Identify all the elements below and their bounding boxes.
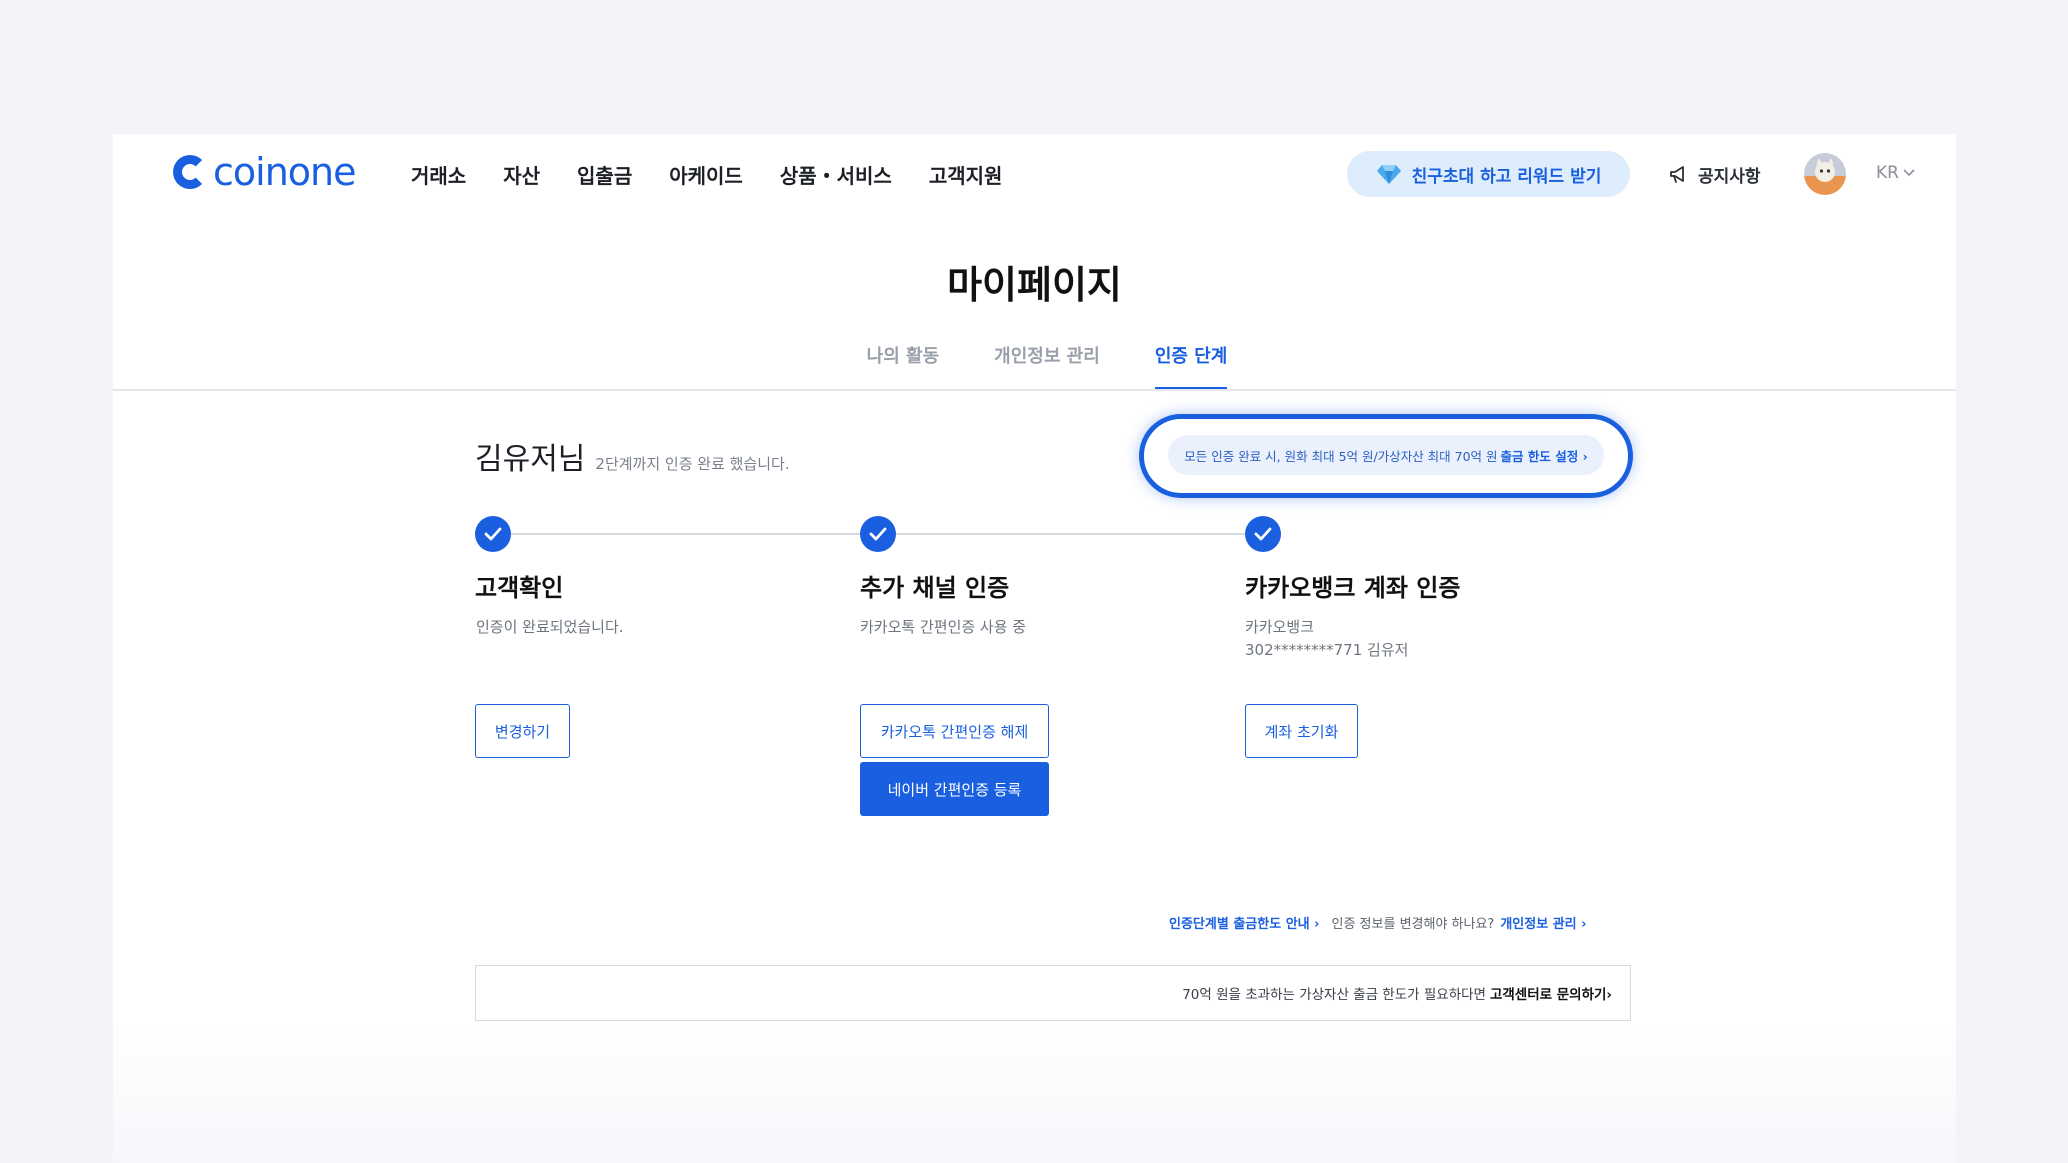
- invite-label: 친구초대 하고 리워드 받기: [1411, 166, 1602, 187]
- step2-desc-line: 카카오톡 간편인증 사용 중: [860, 618, 1027, 636]
- coinone-logo-icon: [173, 155, 207, 189]
- verification-status-text: 2단계까지 인증 완료 했습니다.: [595, 455, 790, 473]
- step2-desc: 카카오톡 간편인증 사용 중: [860, 616, 1026, 639]
- logo-text: coinone: [213, 150, 356, 194]
- withdraw-limit-banner[interactable]: 모든 인증 완료 시, 원화 최대 5억 원/가상자산 최대 70억 원 출금 …: [1168, 435, 1604, 475]
- change-button[interactable]: 변경하기: [475, 704, 570, 758]
- step3-desc: 카카오뱅크 302********771 김유저: [1245, 616, 1408, 662]
- main-nav: 거래소 자산 입출금 아케이드 상품・서비스 고객지원: [411, 160, 1002, 189]
- top-header: coinone 거래소 자산 입출금 아케이드 상품・서비스 고객지원 친구초대…: [113, 134, 1956, 214]
- contact-support-link[interactable]: 고객센터로 문의하기›: [1490, 983, 1612, 1003]
- change-question-text: 인증 정보를 변경해야 하나요?: [1331, 917, 1495, 932]
- info-links: 인증단계별 출금한도 안내 › 인증 정보를 변경해야 하나요? 개인정보 관리…: [1169, 913, 1587, 932]
- bank-name: 카카오뱅크: [1245, 618, 1315, 636]
- nav-exchange[interactable]: 거래소: [411, 160, 466, 189]
- limit-banner-text: 모든 인증 완료 시, 원화 최대 5억 원/가상자산 최대 70억 원: [1184, 448, 1498, 464]
- notice-link[interactable]: 공지사항: [1668, 162, 1761, 187]
- megaphone-icon: [1670, 165, 1684, 183]
- user-name: 김유저님: [475, 442, 586, 477]
- profile-manage-link[interactable]: 개인정보 관리 ›: [1500, 913, 1586, 932]
- language-label: KR: [1876, 163, 1899, 183]
- bottom-notice-text: 70억 원을 초과하는 가상자산 출금 한도가 필요하다면: [1182, 987, 1486, 1003]
- bank-account: 302********771 김유저: [1245, 641, 1409, 659]
- nav-customer-support[interactable]: 고객지원: [929, 160, 1003, 189]
- nav-products-services[interactable]: 상품・서비스: [780, 160, 892, 189]
- page-card: coinone 거래소 자산 입출금 아케이드 상품・서비스 고객지원 친구초대…: [113, 134, 1956, 1163]
- page-title: 마이페이지: [947, 263, 1122, 307]
- bottom-notice-box: 70억 원을 초과하는 가상자산 출금 한도가 필요하다면 고객센터로 문의하기…: [475, 965, 1631, 1021]
- step1-desc-line: 인증이 완료되었습니다.: [476, 618, 624, 636]
- step1-check-icon: [475, 516, 511, 552]
- kakao-auth-remove-button[interactable]: 카카오톡 간편인증 해제: [860, 704, 1049, 758]
- tab-verification-level[interactable]: 인증 단계: [1154, 342, 1227, 390]
- account-reset-button[interactable]: 계좌 초기화: [1245, 704, 1358, 758]
- step1-title: 고객확인: [475, 574, 564, 602]
- greeting: 김유저님 2단계까지 인증 완료 했습니다.: [475, 434, 790, 478]
- notice-label: 공지사항: [1698, 167, 1761, 187]
- user-avatar[interactable]: [1804, 153, 1846, 195]
- tab-personal-info[interactable]: 개인정보 관리: [994, 342, 1100, 390]
- limit-guide-link[interactable]: 인증단계별 출금한도 안내 ›: [1169, 913, 1320, 932]
- language-selector[interactable]: KR: [1876, 163, 1915, 183]
- chevron-down-icon: [1903, 169, 1915, 177]
- tab-my-activity[interactable]: 나의 활동: [867, 342, 940, 390]
- invite-reward-button[interactable]: 친구초대 하고 리워드 받기: [1347, 151, 1630, 197]
- coinone-logo[interactable]: coinone: [173, 150, 356, 194]
- step3-title: 카카오뱅크 계좌 인증: [1245, 574, 1461, 602]
- limit-setting-link[interactable]: 출금 한도 설정 ›: [1501, 446, 1588, 465]
- nav-assets[interactable]: 자산: [503, 160, 540, 189]
- nav-arcade[interactable]: 아케이드: [669, 160, 743, 189]
- tabs-divider: [113, 389, 1956, 391]
- step3-check-icon: [1245, 516, 1281, 552]
- naver-auth-register-button[interactable]: 네이버 간편인증 등록: [860, 762, 1049, 816]
- step1-desc: 인증이 완료되었습니다.: [476, 616, 624, 639]
- step2-check-icon: [860, 516, 896, 552]
- mypage-tabs: 나의 활동 개인정보 관리 인증 단계: [113, 342, 1956, 390]
- diamond-icon: [1376, 161, 1402, 187]
- nav-deposit-withdraw[interactable]: 입출금: [577, 160, 632, 189]
- step2-title: 추가 채널 인증: [860, 574, 1010, 602]
